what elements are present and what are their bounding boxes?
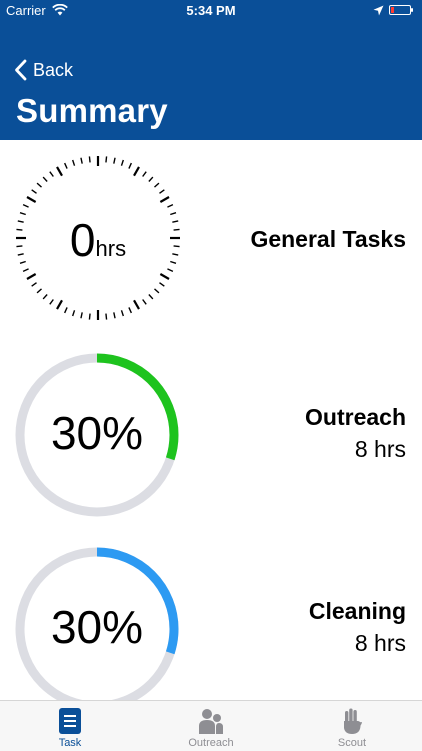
clock-tick [159, 196, 170, 203]
clock-tick [56, 299, 63, 310]
percent-label: 30% [50, 601, 144, 653]
clock-tick [167, 204, 174, 208]
summary-row-outreach[interactable]: 30% Outreach 8 hrs [0, 340, 422, 540]
tab-label: Task [58, 737, 82, 749]
percent-label: 30% [50, 407, 144, 459]
clock-tick [128, 307, 132, 314]
clock-tick [154, 182, 160, 188]
clock-tick [148, 176, 154, 182]
clock-tick [42, 176, 48, 182]
list-icon [59, 708, 81, 734]
hours-value: 0hrs [14, 213, 182, 267]
scout-hand-icon [344, 708, 362, 734]
clock-tick [133, 166, 140, 177]
clock-tick [113, 312, 116, 319]
back-label: Back [33, 59, 74, 80]
summary-row-general-tasks[interactable]: 0hrs General Tasks [0, 140, 422, 340]
row-hours: 8 hrs [354, 436, 406, 462]
clock-tick [128, 162, 132, 169]
clock-tick [120, 310, 125, 317]
battery-icon [389, 5, 413, 15]
tab-label: Scout [337, 737, 367, 749]
chevron-left-icon [15, 59, 27, 81]
clock-tick [167, 268, 174, 272]
clock-tick [71, 159, 76, 166]
row-title: Outreach [305, 404, 406, 430]
clock-tick [159, 189, 165, 194]
navigation-header: Carrier 5:34 PM Back Summary [0, 0, 422, 140]
clock-tick [159, 273, 170, 280]
clock-tick [64, 307, 68, 314]
clock-tick [133, 299, 140, 310]
back-button[interactable]: Back [14, 57, 73, 83]
clock-tick [56, 166, 63, 177]
tab-bar: Task Outreach Scout [0, 700, 422, 751]
page-title: Summary [16, 92, 168, 129]
clock-tick [22, 268, 29, 272]
clock-tick [26, 273, 37, 280]
clock-tick [36, 182, 42, 188]
clock-tick [31, 189, 37, 194]
clock-tick [64, 162, 68, 169]
clock-tick [42, 294, 48, 300]
tab-scout[interactable]: Scout [282, 701, 422, 751]
location-arrow-icon [373, 4, 384, 19]
clock-tick [120, 159, 125, 166]
hours-unit: hrs [95, 236, 127, 261]
clock-tick [105, 156, 108, 163]
clock-tick [159, 282, 165, 287]
row-title: Cleaning [308, 598, 406, 624]
row-hours: 8 hrs [354, 630, 406, 656]
clock-tick [105, 313, 108, 320]
summary-list[interactable]: 0hrs General Tasks 30% Outreach 8 hrs 30… [0, 140, 422, 700]
clock-tick [88, 313, 91, 320]
row-title: General Tasks [250, 226, 406, 252]
summary-row-cleaning[interactable]: 30% Cleaning 8 hrs [0, 534, 422, 700]
clock-tick [36, 288, 42, 294]
clock-tick [49, 171, 54, 177]
tab-task[interactable]: Task [0, 701, 140, 751]
clock-tick [148, 294, 154, 300]
clock-tick [71, 310, 76, 317]
tab-label: Outreach [188, 737, 234, 749]
clock-tick [31, 282, 37, 287]
clock-label: 5:34 PM [186, 3, 236, 18]
clock-tick [113, 157, 116, 164]
clock-tick [88, 156, 91, 163]
hours-number: 0 [69, 214, 96, 266]
people-icon [199, 709, 223, 734]
clock-tick [142, 299, 147, 305]
clock-tick [142, 171, 147, 177]
status-bar: Carrier 5:34 PM [0, 0, 422, 22]
clock-tick [26, 196, 37, 203]
clock-tick [80, 157, 83, 164]
clock-tick [154, 288, 160, 294]
clock-tick [49, 299, 54, 305]
tab-outreach[interactable]: Outreach [141, 701, 281, 751]
clock-tick [80, 312, 83, 319]
clock-tick [22, 204, 29, 208]
